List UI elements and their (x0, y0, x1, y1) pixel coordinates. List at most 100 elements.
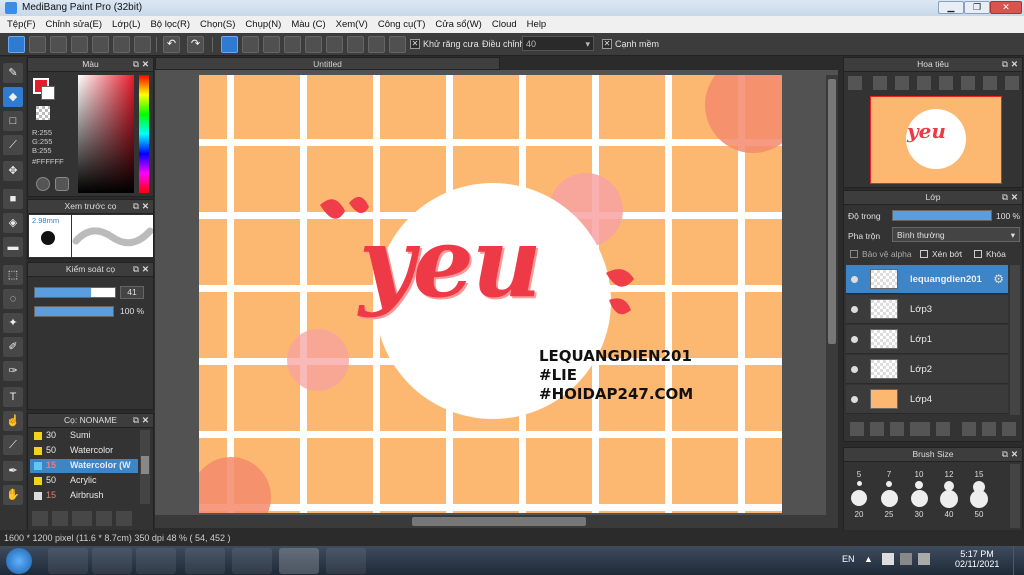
eye-icon[interactable] (851, 396, 858, 403)
menu-tools[interactable]: Công cụ(T) (373, 19, 431, 30)
brush-item[interactable]: 30 Sumi (30, 429, 138, 443)
brush-item[interactable]: 15 Airbrush (30, 489, 138, 503)
layer-menu-icon[interactable] (910, 422, 930, 436)
adjust-dropdown[interactable]: 40 ▾ (522, 36, 594, 51)
dot-tool-icon[interactable]: □ (3, 111, 23, 131)
eraser-tool-icon[interactable]: ◆ (3, 87, 23, 107)
hue-slider[interactable] (139, 75, 149, 193)
soft-edge-checkbox[interactable]: ✕ (602, 39, 612, 49)
menu-file[interactable]: Tệp(F) (2, 19, 41, 30)
curve-snap-icon[interactable] (347, 36, 364, 53)
color-picker-icon[interactable] (55, 177, 69, 191)
merge-layer-icon[interactable] (982, 422, 996, 436)
zalo-icon[interactable] (326, 548, 366, 574)
rotate-left-icon[interactable] (939, 76, 953, 90)
gear-icon[interactable]: ⚙ (993, 272, 1004, 286)
navigator-thumbnail[interactable]: yeu (870, 96, 1002, 184)
fit-icon[interactable] (895, 76, 909, 90)
brush-size-25[interactable] (875, 488, 903, 510)
cross-snap-icon[interactable] (263, 36, 280, 53)
explorer-icon[interactable] (92, 548, 132, 574)
secondary-color-swatch[interactable] (41, 86, 55, 100)
tray-arrow-icon[interactable]: ▲ (864, 554, 873, 564)
delete-layer-icon[interactable] (1002, 422, 1016, 436)
eye-icon[interactable] (851, 336, 858, 343)
horizontal-scrollbar[interactable] (155, 515, 838, 528)
fill-tool-icon[interactable]: ◈ (3, 213, 23, 233)
layer-row[interactable]: Lớp2 (846, 355, 1008, 384)
minimize-button[interactable]: ▁ (938, 1, 964, 14)
flag-icon[interactable] (882, 553, 894, 565)
menu-layer[interactable]: Lớp(L) (107, 19, 145, 30)
coccoc-icon[interactable] (232, 548, 272, 574)
hand-tool-icon[interactable]: ✋ (3, 485, 23, 505)
menu-window[interactable]: Cửa sổ(W) (430, 19, 486, 30)
brush-size-50[interactable] (965, 488, 993, 510)
vanishing-snap-icon[interactable] (284, 36, 301, 53)
gradient-tool-icon[interactable]: ▬ (3, 237, 23, 257)
artwork-canvas[interactable]: yeu LEQUANGDIEN201 #LIE #HOIDAP247.COM (199, 75, 782, 513)
clock[interactable]: 5:17 PM 02/11/2021 (955, 549, 999, 569)
menu-help[interactable]: Help (522, 19, 552, 30)
flip-icon[interactable] (1005, 76, 1019, 90)
brush-item[interactable]: 50 Watercolor (30, 444, 138, 458)
menu-edit[interactable]: Chỉnh sửa(E) (41, 19, 108, 30)
layer-row[interactable]: Lớp3 (846, 295, 1008, 324)
layer-row[interactable]: lequangdien201 ⚙ (846, 265, 1008, 294)
menu-filter[interactable]: Bộ lọc(R) (145, 19, 195, 30)
zoom-in-2-icon[interactable] (873, 76, 887, 90)
medibang-icon[interactable] (279, 548, 319, 574)
brush-menu-icon[interactable] (72, 511, 92, 526)
new-page-icon[interactable] (52, 511, 68, 526)
brush-size-slider[interactable] (34, 287, 116, 298)
select-pen-icon[interactable]: ✐ (3, 337, 23, 357)
show-desktop-button[interactable] (1013, 546, 1024, 575)
brush-size-value[interactable]: 41 (120, 286, 144, 299)
layer-row[interactable]: Lớp1 (846, 325, 1008, 354)
rotate-right-icon[interactable] (983, 76, 997, 90)
page-icon[interactable] (71, 36, 88, 53)
folder-icon[interactable] (116, 511, 132, 526)
parallel-snap-icon[interactable] (242, 36, 259, 53)
brush-size-40[interactable] (935, 488, 963, 510)
layer-opacity-slider[interactable] (892, 210, 992, 221)
brush-size-scrollbar[interactable] (1010, 464, 1020, 528)
panel-icon[interactable] (113, 36, 130, 53)
media-player-icon[interactable] (136, 548, 176, 574)
ellipse-snap-icon[interactable] (368, 36, 385, 53)
close-icon[interactable]: ✕ (142, 414, 149, 427)
select-tool-icon[interactable]: ⬚ (3, 265, 23, 285)
eyedropper-icon[interactable]: ✒ (3, 461, 23, 481)
start-button[interactable] (6, 548, 32, 574)
close-icon[interactable]: ✕ (1011, 191, 1018, 204)
snap-settings-icon[interactable] (389, 36, 406, 53)
select-eraser-icon[interactable]: ✑ (3, 361, 23, 381)
layer-row[interactable]: Lớp4 (846, 385, 1008, 414)
brush-opacity-slider[interactable] (34, 306, 114, 317)
undo-icon[interactable]: ↶ (163, 36, 180, 53)
antialias-checkbox[interactable]: ✕ (410, 39, 420, 49)
menu-capture[interactable]: Chụp(N) (240, 19, 286, 30)
restore-button[interactable]: ❐ (964, 1, 990, 14)
operation-tool-icon[interactable]: ☝ (3, 411, 23, 431)
folder-icon[interactable] (936, 422, 950, 436)
menu-color[interactable]: Màu (C) (286, 19, 330, 30)
no-snap-icon[interactable] (221, 36, 238, 53)
brush-size-30[interactable] (905, 488, 933, 510)
eye-icon[interactable] (851, 366, 858, 373)
grid-layout-icon[interactable] (134, 36, 151, 53)
brush-item[interactable]: 15 Watercolor (W (30, 459, 138, 473)
actual-size-icon[interactable] (917, 76, 931, 90)
document-tab[interactable]: Untitled (155, 57, 500, 70)
protect-alpha-checkbox[interactable] (850, 250, 858, 258)
chrome-icon[interactable] (185, 548, 225, 574)
menu-view[interactable]: Xem(V) (331, 19, 373, 30)
brush-item[interactable]: 50 Acrylic (30, 474, 138, 488)
menu-cloud[interactable]: Cloud (487, 19, 522, 30)
redo-icon[interactable]: ↷ (187, 36, 204, 53)
ie-icon[interactable] (48, 548, 88, 574)
vertical-scrollbar[interactable] (826, 75, 838, 515)
brush-list-scrollbar[interactable] (140, 430, 150, 504)
close-button[interactable]: ✕ (990, 1, 1022, 14)
add-brush-icon[interactable] (32, 511, 48, 526)
